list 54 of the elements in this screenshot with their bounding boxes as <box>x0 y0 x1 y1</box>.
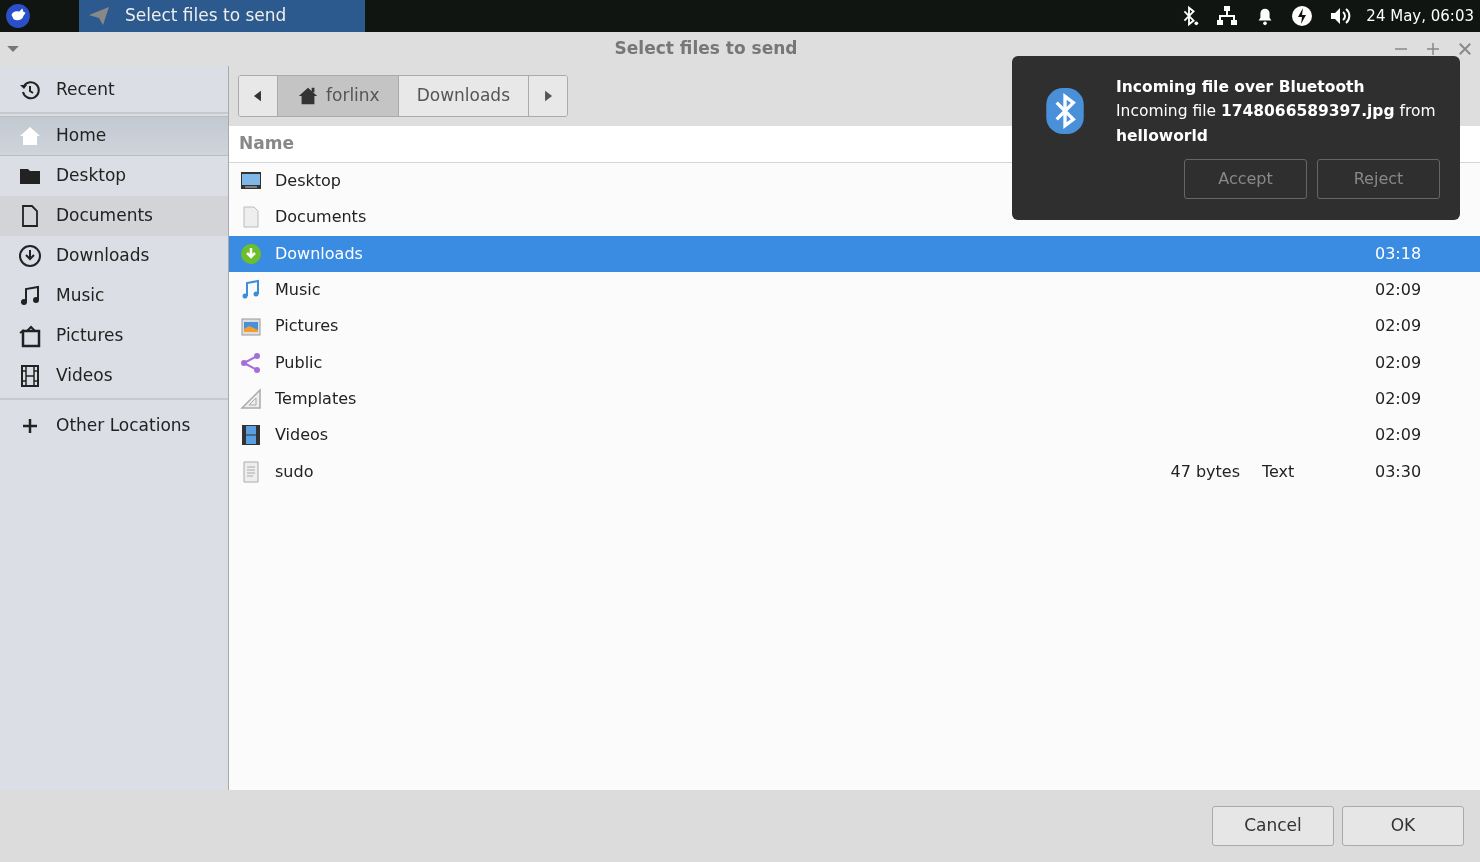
close-icon[interactable] <box>1456 40 1474 58</box>
download-icon <box>239 241 263 266</box>
file-name[interactable]: sudo <box>275 459 314 484</box>
file-modified: 02:09 <box>1375 316 1422 336</box>
file-name[interactable]: Music <box>275 278 321 303</box>
music-icon <box>18 284 42 308</box>
file-name[interactable]: Templates <box>275 386 357 411</box>
file-modified: 03:30 <box>1375 461 1422 481</box>
sidebar-item[interactable]: Videos <box>0 356 228 396</box>
file-modified: 02:09 <box>1375 388 1422 408</box>
notification-message: Incoming file 1748066589397.jpg from helloworld <box>1116 101 1437 148</box>
back-button[interactable] <box>239 76 278 116</box>
home-icon <box>18 124 42 148</box>
home-icon <box>296 85 320 107</box>
film-icon <box>18 364 42 388</box>
file-name[interactable]: Videos <box>275 423 329 448</box>
file-name[interactable]: Downloads <box>275 241 363 266</box>
film-icon <box>239 423 263 448</box>
sidebar-item[interactable]: Music <box>0 276 228 316</box>
sidebar-item[interactable]: Desktop <box>0 156 228 196</box>
clock[interactable]: 24 May, 06:03 <box>1366 4 1474 28</box>
notification-title: Incoming file over Bluetooth <box>1116 77 1366 98</box>
sidebar-item[interactable]: Downloads <box>0 236 228 276</box>
file-name[interactable]: Documents <box>275 205 367 230</box>
file-size: 47 bytes <box>1170 461 1240 481</box>
column-header[interactable]: Name <box>239 131 294 157</box>
clock-icon <box>18 78 42 102</box>
cancel-button[interactable]: Cancel <box>1212 806 1334 846</box>
share-icon <box>239 350 263 375</box>
sidebar-item[interactable]: Home <box>0 116 228 156</box>
download-icon <box>18 244 42 268</box>
sidebar-item[interactable]: Documents <box>0 196 228 236</box>
power-icon[interactable] <box>1290 4 1315 28</box>
accept-button[interactable]: Accept <box>1184 159 1307 200</box>
file-name[interactable]: Desktop <box>275 169 341 194</box>
ok-button[interactable]: OK <box>1342 806 1464 846</box>
file-modified: 03:18 <box>1375 243 1422 263</box>
sidebar-item[interactable]: Recent <box>0 70 228 110</box>
reject-button[interactable]: Reject <box>1317 159 1440 200</box>
window-title: Select files to send <box>614 37 798 61</box>
sidebar-item[interactable]: Other Locations <box>0 406 228 446</box>
triangle-ruler-icon <box>239 386 263 411</box>
file-modified: 02:09 <box>1375 280 1422 300</box>
taskbar-button[interactable]: Select files to send <box>79 0 365 32</box>
file-name[interactable]: Pictures <box>275 314 339 339</box>
file-modified: 02:09 <box>1375 352 1422 372</box>
file-name[interactable]: Public <box>275 350 323 375</box>
file-type: Text <box>1262 461 1295 481</box>
maximize-icon[interactable] <box>1424 40 1442 58</box>
file-modified: 02:09 <box>1375 425 1422 445</box>
app-menu-icon[interactable] <box>5 3 31 29</box>
sidebar-item[interactable]: Pictures <box>0 316 228 356</box>
path-button[interactable]: forlinx <box>278 76 399 116</box>
picture-frame-icon <box>18 324 42 348</box>
